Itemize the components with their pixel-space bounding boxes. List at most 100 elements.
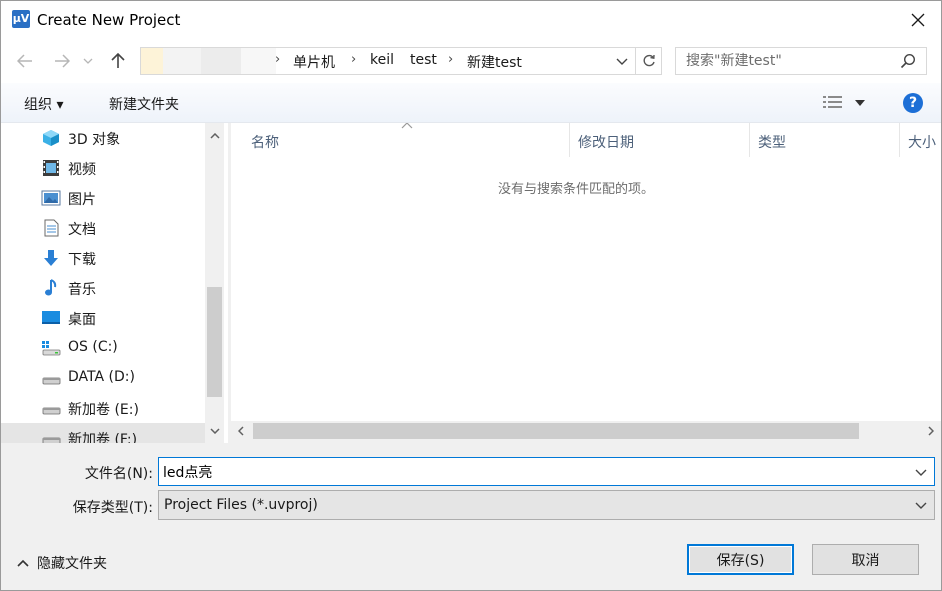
nav-item-desktop[interactable]: 桌面 [1, 303, 205, 333]
breadcrumb-item[interactable]: 新建test [467, 52, 522, 72]
empty-results-message: 没有与搜索条件匹配的项。 [497, 182, 654, 197]
nav-item-drive-e[interactable]: 新加卷 (E:) [1, 393, 205, 423]
nav-item-label: 音乐 [68, 282, 96, 298]
nav-item-videos[interactable]: 视频 [1, 153, 205, 183]
details-view-icon [823, 96, 842, 108]
caret-down-icon [855, 100, 865, 106]
refresh-icon [643, 54, 655, 67]
chevron-down-icon[interactable] [914, 465, 928, 479]
chevron-down-icon [616, 58, 628, 65]
address-bar[interactable]: › 单片机 › keil test › 新建test [140, 47, 662, 75]
breadcrumb-separator: › [448, 52, 454, 67]
drive-icon [42, 407, 61, 415]
forward-button[interactable] [48, 47, 76, 75]
breadcrumb-item[interactable]: test [410, 52, 437, 68]
filename-input[interactable] [159, 458, 909, 485]
scroll-down-button[interactable] [205, 421, 224, 441]
filetype-selected-value: Project Files (*.uvproj) [164, 497, 318, 513]
nav-item-3d-objects[interactable]: 3D 对象 [1, 123, 205, 153]
scroll-up-button[interactable] [205, 126, 224, 146]
blurred-path-segment [141, 48, 276, 74]
arrow-left-icon [17, 54, 32, 68]
scrollbar-thumb[interactable] [207, 287, 222, 397]
filetype-select[interactable]: Project Files (*.uvproj) [158, 490, 935, 520]
nav-item-documents[interactable]: 文档 [1, 213, 205, 243]
column-header-type[interactable]: 类型 [758, 132, 786, 152]
system-drive-icon [42, 341, 61, 356]
chevron-down-icon [83, 58, 93, 64]
filename-label: 文件名(N): [84, 466, 153, 482]
search-input[interactable] [676, 48, 896, 74]
nav-item-music[interactable]: 音乐 [1, 273, 205, 303]
nav-item-drive-c[interactable]: OS (C:) [1, 333, 205, 363]
video-icon [43, 160, 59, 176]
chevron-left-icon [238, 426, 244, 436]
desktop-icon [42, 311, 60, 324]
search-box[interactable] [675, 47, 927, 75]
nav-item-drive-f[interactable]: 新加卷 (F:) [1, 423, 205, 443]
arrow-up-icon [111, 53, 125, 68]
nav-item-label: 视频 [68, 162, 96, 178]
back-button[interactable] [11, 47, 39, 75]
filename-combobox[interactable] [158, 457, 935, 486]
nav-item-label: 下载 [68, 252, 96, 268]
nav-item-label: 新加卷 (E:) [68, 402, 139, 418]
organize-menu-button[interactable]: 组织 ▾ [24, 94, 63, 114]
nav-item-downloads[interactable]: 下载 [1, 243, 205, 273]
breadcrumb-separator: › [275, 52, 281, 67]
close-icon [911, 13, 925, 27]
breadcrumb-item[interactable]: 单片机 [293, 52, 335, 72]
filetype-label: 保存类型(T): [72, 500, 153, 516]
download-icon [44, 250, 58, 266]
arrow-right-icon [55, 54, 70, 68]
window-title: Create New Project [37, 11, 181, 29]
nav-item-label: 图片 [68, 192, 96, 208]
save-dialog: µV Create New Project › 单片机 › keil test … [0, 0, 942, 591]
column-divider[interactable] [569, 123, 570, 157]
navigation-bar: › 单片机 › keil test › 新建test [1, 39, 941, 83]
title-bar: µV Create New Project [1, 1, 941, 39]
file-list: 名称 修改日期 类型 大小 没有与搜索条件匹配的项。 [231, 123, 941, 421]
nav-item-label: 3D 对象 [68, 132, 121, 148]
scrollbar-thumb[interactable] [253, 423, 859, 439]
cancel-button[interactable]: 取消 [812, 544, 919, 575]
file-list-horizontal-scrollbar[interactable] [231, 421, 941, 441]
chevron-up-icon [17, 559, 29, 567]
search-icon[interactable] [900, 53, 916, 69]
navigation-pane: 3D 对象 视频 图片 文档 下载 音乐 桌面 OS (C:) DATA (D:… [1, 123, 229, 443]
up-button[interactable] [104, 47, 132, 75]
nav-item-label: 文档 [68, 222, 96, 238]
scroll-right-button[interactable] [921, 421, 941, 441]
recent-locations-button[interactable] [80, 47, 96, 75]
column-header-size[interactable]: 大小 [908, 132, 936, 152]
refresh-button[interactable] [635, 48, 661, 74]
document-icon [44, 219, 59, 237]
drive-icon [42, 377, 61, 385]
hide-folders-toggle[interactable]: 隐藏文件夹 [17, 553, 107, 573]
music-icon [45, 279, 57, 296]
column-header-name[interactable]: 名称 [251, 132, 279, 152]
keil-app-icon: µV [12, 10, 30, 28]
save-button[interactable]: 保存(S) [687, 544, 794, 575]
help-icon[interactable]: ? [903, 93, 923, 113]
breadcrumb-item[interactable]: keil [370, 52, 394, 68]
column-header-date[interactable]: 修改日期 [578, 132, 634, 152]
address-dropdown-button[interactable] [615, 52, 633, 70]
chevron-up-icon [209, 133, 220, 139]
nav-pane-vertical-scrollbar[interactable] [205, 123, 224, 443]
chevron-down-icon [209, 428, 220, 434]
nav-item-label: 新加卷 (F:) [68, 432, 138, 443]
chevron-right-icon [928, 426, 934, 436]
picture-icon [41, 190, 61, 206]
scroll-left-button[interactable] [231, 421, 251, 441]
nav-item-drive-d[interactable]: DATA (D:) [1, 363, 205, 393]
breadcrumb-separator: › [351, 52, 357, 67]
nav-item-label: 桌面 [68, 312, 96, 328]
change-view-button[interactable] [821, 93, 871, 113]
column-divider[interactable] [749, 123, 750, 157]
column-divider[interactable] [899, 123, 900, 157]
nav-item-pictures[interactable]: 图片 [1, 183, 205, 213]
new-folder-button[interactable]: 新建文件夹 [109, 94, 179, 114]
drive-icon [42, 437, 61, 443]
close-button[interactable] [895, 1, 941, 39]
